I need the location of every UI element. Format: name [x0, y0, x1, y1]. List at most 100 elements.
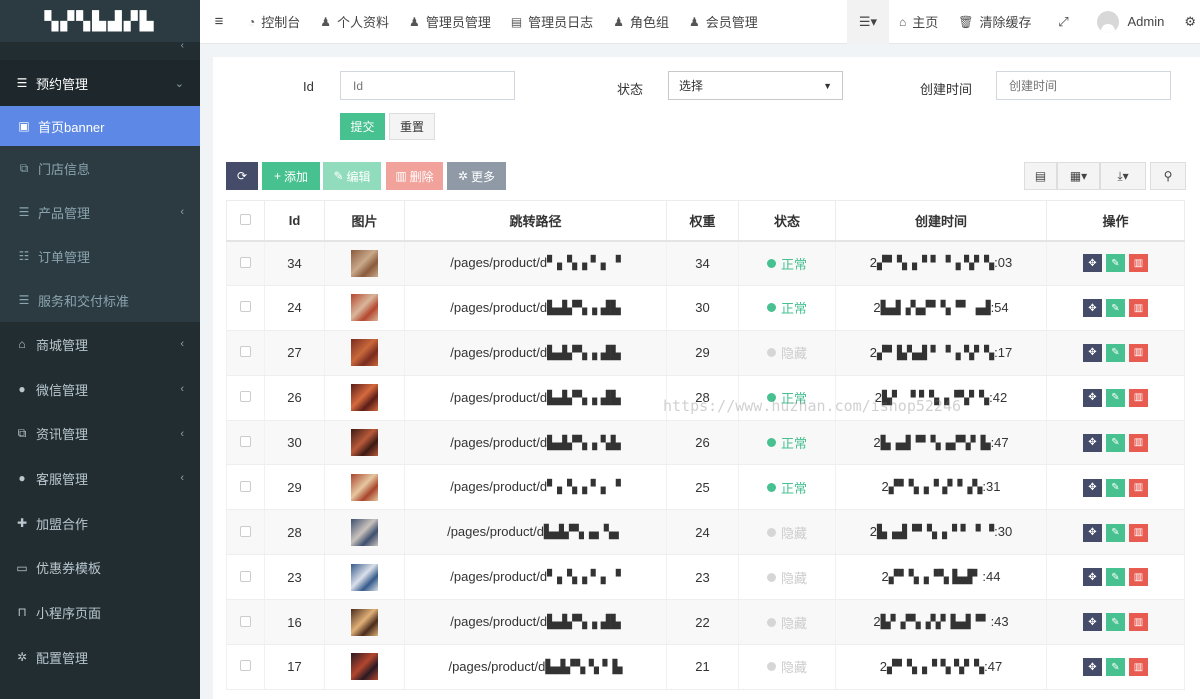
sidebar-item-config[interactable]: ✲ 配置管理 [0, 635, 200, 680]
columns-button[interactable]: ▦▾ [1057, 162, 1100, 190]
row-checkbox[interactable] [240, 346, 251, 358]
row-delete-button[interactable]: ▥ [1129, 658, 1148, 677]
banner-thumbnail[interactable] [351, 294, 378, 322]
clear-cache-button[interactable]: 🗑 清除缓存 [948, 0, 1041, 44]
sidebar-item-support[interactable]: ● 客服管理 ‹ [0, 456, 200, 501]
sidebar-partial-item[interactable]: ‹ [0, 40, 200, 60]
drag-handle-button[interactable]: ✥ [1083, 613, 1102, 632]
row-delete-button[interactable]: ▥ [1129, 613, 1148, 632]
sidebar-item-product[interactable]: ☰ 产品管理 ‹ [0, 190, 200, 234]
row-checkbox[interactable] [240, 436, 251, 447]
row-select-cell[interactable] [226, 375, 265, 421]
home-link[interactable]: ⌂ 主页 [889, 0, 948, 44]
row-select-cell[interactable] [226, 644, 265, 690]
table-row[interactable]: 29/pages/product/d▘▖▚▗ ▘▖▝ 25 正常 2▞▘▚▗▝ ▞▝▗… [226, 464, 1185, 511]
row-edit-button[interactable]: ✎ [1106, 478, 1125, 497]
drag-handle-button[interactable]: ✥ [1083, 523, 1102, 542]
banner-thumbnail[interactable] [351, 429, 378, 456]
row-delete-button[interactable]: ▥ [1129, 299, 1148, 318]
drag-handle-button[interactable]: ✥ [1083, 343, 1102, 362]
row-edit-button[interactable]: ✎ [1106, 254, 1125, 273]
row-checkbox[interactable] [240, 391, 251, 403]
row-delete-button[interactable]: ▥ [1129, 388, 1148, 407]
edit-button[interactable]: ✎ 编辑 [323, 162, 381, 190]
row-checkbox[interactable] [240, 660, 251, 672]
banner-thumbnail[interactable] [351, 339, 378, 367]
banner-thumbnail[interactable] [351, 563, 378, 591]
submit-button[interactable]: 提交 [340, 113, 385, 140]
row-edit-button[interactable]: ✎ [1106, 388, 1125, 407]
column-header[interactable]: 权重 [666, 200, 739, 242]
nav-members[interactable]: ♟ 会员管理 [679, 0, 768, 44]
row-select-cell[interactable] [226, 599, 265, 646]
select-all-cell[interactable] [226, 200, 265, 242]
more-nav-dropdown[interactable]: ☰▾ [846, 0, 889, 44]
drag-handle-button[interactable]: ✥ [1083, 388, 1102, 407]
banner-thumbnail[interactable] [351, 473, 378, 501]
add-button[interactable]: + 添加 [262, 162, 320, 190]
table-row[interactable]: 30/pages/product/d▙▟▞▚▗ ▚▙ 26 正常 2▙▗▟▝▘▚▗▞▚… [226, 420, 1185, 466]
settings-button[interactable]: ⚙ [1180, 0, 1200, 44]
row-checkbox[interactable] [240, 301, 251, 313]
select-all-checkbox[interactable] [240, 213, 251, 225]
row-checkbox[interactable] [240, 570, 251, 582]
row-edit-button[interactable]: ✎ [1106, 433, 1125, 452]
sidebar-item-store[interactable]: ⧉ 门店信息 [0, 146, 200, 190]
toggle-view-button[interactable]: ▤ [1024, 162, 1057, 190]
row-delete-button[interactable]: ▥ [1129, 478, 1148, 497]
row-delete-button[interactable]: ▥ [1129, 568, 1148, 587]
reset-button[interactable]: 重置 [389, 113, 435, 140]
banner-thumbnail[interactable] [351, 608, 378, 636]
table-row[interactable]: 17/pages/product/d▙▟▞▚ ▚ ▘▙ 21 隐藏 2▞▘▚▗▝ ▚ … [226, 644, 1185, 690]
nav-admin-log[interactable]: ▤ 管理员日志 [501, 0, 603, 44]
banner-thumbnail[interactable] [351, 518, 378, 546]
row-select-cell[interactable] [226, 554, 265, 601]
row-edit-button[interactable]: ✎ [1106, 613, 1125, 632]
row-checkbox[interactable] [240, 480, 251, 492]
status-select[interactable]: 选择 ▼ [668, 71, 843, 100]
row-select-cell[interactable] [226, 509, 265, 556]
refresh-button[interactable]: ⟳ [226, 162, 258, 190]
table-row[interactable]: 23/pages/product/d▘▖▚▗ ▘▖▝ 23 隐藏 2▞▘▚▗▝▚ ▙▟… [226, 554, 1185, 601]
sidebar-item-miniprogram[interactable]: ⊓ 小程序页面 [0, 590, 200, 635]
drag-handle-button[interactable]: ✥ [1083, 433, 1102, 452]
row-select-cell[interactable] [226, 330, 265, 376]
export-button[interactable]: ⤓▾ [1100, 162, 1146, 190]
drag-handle-button[interactable]: ✥ [1083, 568, 1102, 587]
nav-dashboard[interactable]: ◔ 控制台 [238, 0, 310, 44]
table-row[interactable]: 16/pages/product/d▙▟▞▚▗ ▟▙ 22 隐藏 2▙▘▞▚▗▚▘▙▟… [226, 599, 1185, 646]
column-header[interactable]: 创建时间 [835, 200, 1047, 242]
sidebar-item-news[interactable]: ⧉ 资讯管理 ‹ [0, 411, 200, 456]
user-menu[interactable]: Admin [1085, 0, 1180, 44]
drag-handle-button[interactable]: ✥ [1083, 254, 1102, 273]
column-header[interactable]: Id [264, 200, 325, 242]
row-edit-button[interactable]: ✎ [1106, 299, 1125, 318]
more-button[interactable]: ✲ 更多 [447, 162, 506, 190]
sidebar-item-service[interactable]: ☰ 服务和交付标准 [0, 278, 200, 322]
table-row[interactable]: 27/pages/product/d▙▟▞▚▗ ▟▙ 29 隐藏 2▞▘▙▚▟ ▘▝▗… [226, 330, 1185, 376]
created-time-input[interactable] [996, 71, 1171, 100]
row-select-cell[interactable] [226, 240, 265, 286]
row-checkbox[interactable] [240, 525, 251, 537]
row-edit-button[interactable]: ✎ [1106, 523, 1125, 542]
sidebar-item-coupon[interactable]: ▭ 优惠券模板 [0, 545, 200, 590]
nav-profile[interactable]: ♟ 个人资料 [310, 0, 399, 44]
nav-admin[interactable]: ♟ 管理员管理 [399, 0, 501, 44]
table-row[interactable]: 28/pages/product/d▙▟▞▚▗▖▚▖ 24 隐藏 2▙▗▟▝▘▚▗▝ … [226, 509, 1185, 556]
table-row[interactable]: 24/pages/product/d▙▟▞▚▗ ▟▙ 30 正常 2▙▟▗▚▞▘▚▝▘… [226, 285, 1185, 331]
row-delete-button[interactable]: ▥ [1129, 343, 1148, 362]
row-delete-button[interactable]: ▥ [1129, 254, 1148, 273]
row-checkbox[interactable] [240, 615, 251, 627]
row-edit-button[interactable]: ✎ [1106, 658, 1125, 677]
banner-thumbnail[interactable] [351, 249, 378, 277]
id-input[interactable] [340, 71, 515, 100]
row-select-cell[interactable] [226, 285, 265, 331]
table-row[interactable]: 26/pages/product/d▙▟▞▚▗ ▟▙ 28 正常 2▙▘ ▝ ▘▚▗▝… [226, 375, 1185, 421]
delete-button[interactable]: ▥ 删除 [386, 162, 443, 190]
banner-thumbnail[interactable] [351, 384, 378, 412]
row-delete-button[interactable]: ▥ [1129, 433, 1148, 452]
row-edit-button[interactable]: ✎ [1106, 568, 1125, 587]
sidebar-item-orders[interactable]: ☷ 订单管理 [0, 234, 200, 278]
menu-toggle-button[interactable]: ≡ [200, 0, 238, 44]
sidebar-item-wechat[interactable]: ● 微信管理 ‹ [0, 367, 200, 412]
